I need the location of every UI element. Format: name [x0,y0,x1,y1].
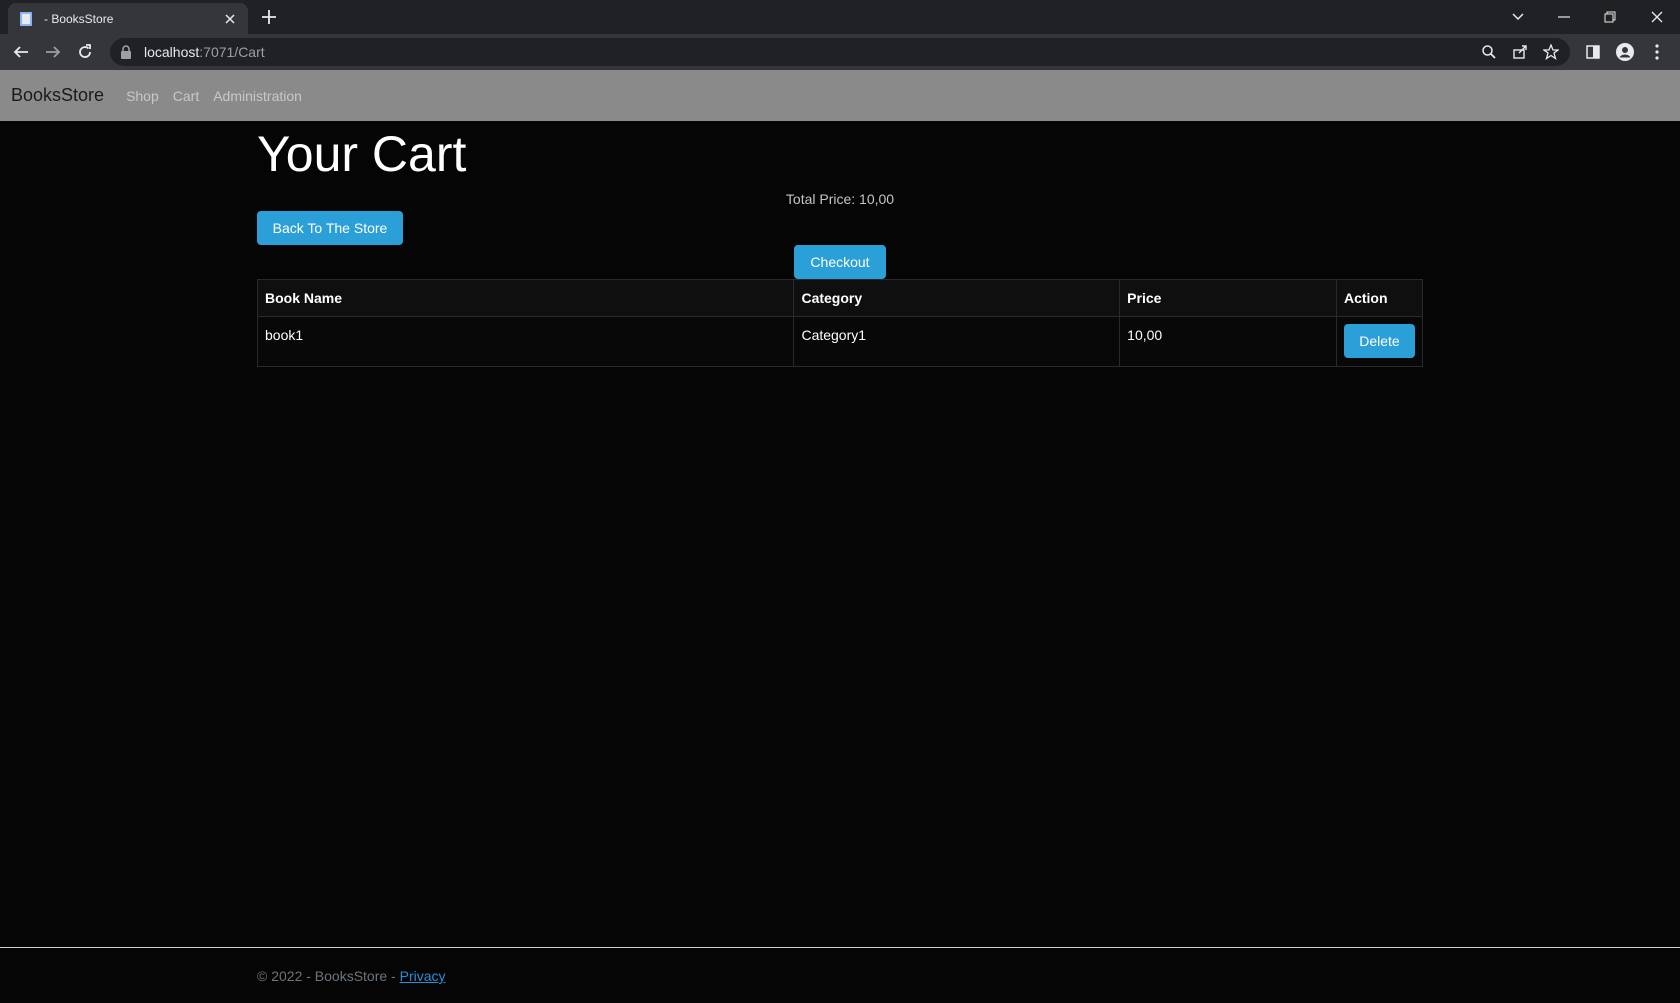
close-window-icon[interactable] [1646,6,1668,28]
browser-toolbar: localhost:7071/Cart [0,34,1680,70]
browser-tab[interactable]: - BooksStore [8,3,248,34]
url-host: localhost [144,44,200,60]
new-tab-icon[interactable] [260,8,278,26]
lock-icon [120,45,134,59]
privacy-link[interactable]: Privacy [400,968,446,984]
back-to-store-button[interactable]: Back To The Store [257,211,403,245]
profile-icon[interactable] [1615,42,1635,62]
site-footer: © 2022 - BooksStore - Privacy [0,947,1680,1003]
restore-icon[interactable] [1599,6,1621,28]
zoom-icon[interactable] [1481,44,1497,60]
column-header-book-name: Book Name [256,279,795,317]
footer-text: © 2022 - BooksStore - Privacy [257,968,446,984]
chevron-down-icon[interactable] [1507,6,1529,28]
delete-button[interactable]: Delete [1343,324,1415,358]
column-header-action: Action [1335,279,1424,317]
total-price: Total Price: 10,00 [785,191,895,207]
column-header-category: Category [793,279,1121,317]
minimize-icon[interactable] [1553,6,1575,28]
column-header-price: Price [1119,279,1337,317]
bookmark-star-icon[interactable] [1543,44,1559,60]
brand-link[interactable]: BooksStore [11,85,104,106]
url-path: :7071/Cart [199,44,265,60]
copyright-text: © 2022 - BooksStore - [257,968,400,984]
address-bar[interactable]: localhost:7071/Cart [110,38,1570,66]
close-icon[interactable] [222,11,238,27]
cell-action: Delete [1335,316,1424,367]
nav-link-administration[interactable]: Administration [213,88,302,104]
forward-arrow-icon[interactable] [43,42,63,62]
more-menu-icon[interactable] [1647,42,1667,62]
checkout-button[interactable]: Checkout [794,245,886,279]
nav-link-shop[interactable]: Shop [126,88,159,104]
nav-link-cart[interactable]: Cart [173,88,199,104]
browser-tabstrip: - BooksStore [0,0,1680,34]
side-panel-icon[interactable] [1583,42,1603,62]
cell-category: Category1 [793,316,1121,367]
reload-icon[interactable] [75,42,95,62]
cell-price: 10,00 [1119,316,1337,367]
tab-title: - BooksStore [44,11,114,26]
cell-book-name: book1 [256,316,795,367]
share-icon[interactable] [1512,44,1528,60]
page-icon [18,11,34,27]
table-row: book1 Category1 10,00 Delete [256,316,1424,367]
site-navbar: BooksStore Shop Cart Administration [0,70,1680,121]
page-title: Your Cart [257,126,467,182]
main-content: Your Cart Total Price: 10,00 Back To The… [256,121,1424,367]
back-arrow-icon[interactable] [11,42,31,62]
cart-table: Book Name Category Price Action book1 Ca… [256,279,1424,367]
table-header-row: Book Name Category Price Action [256,279,1424,317]
